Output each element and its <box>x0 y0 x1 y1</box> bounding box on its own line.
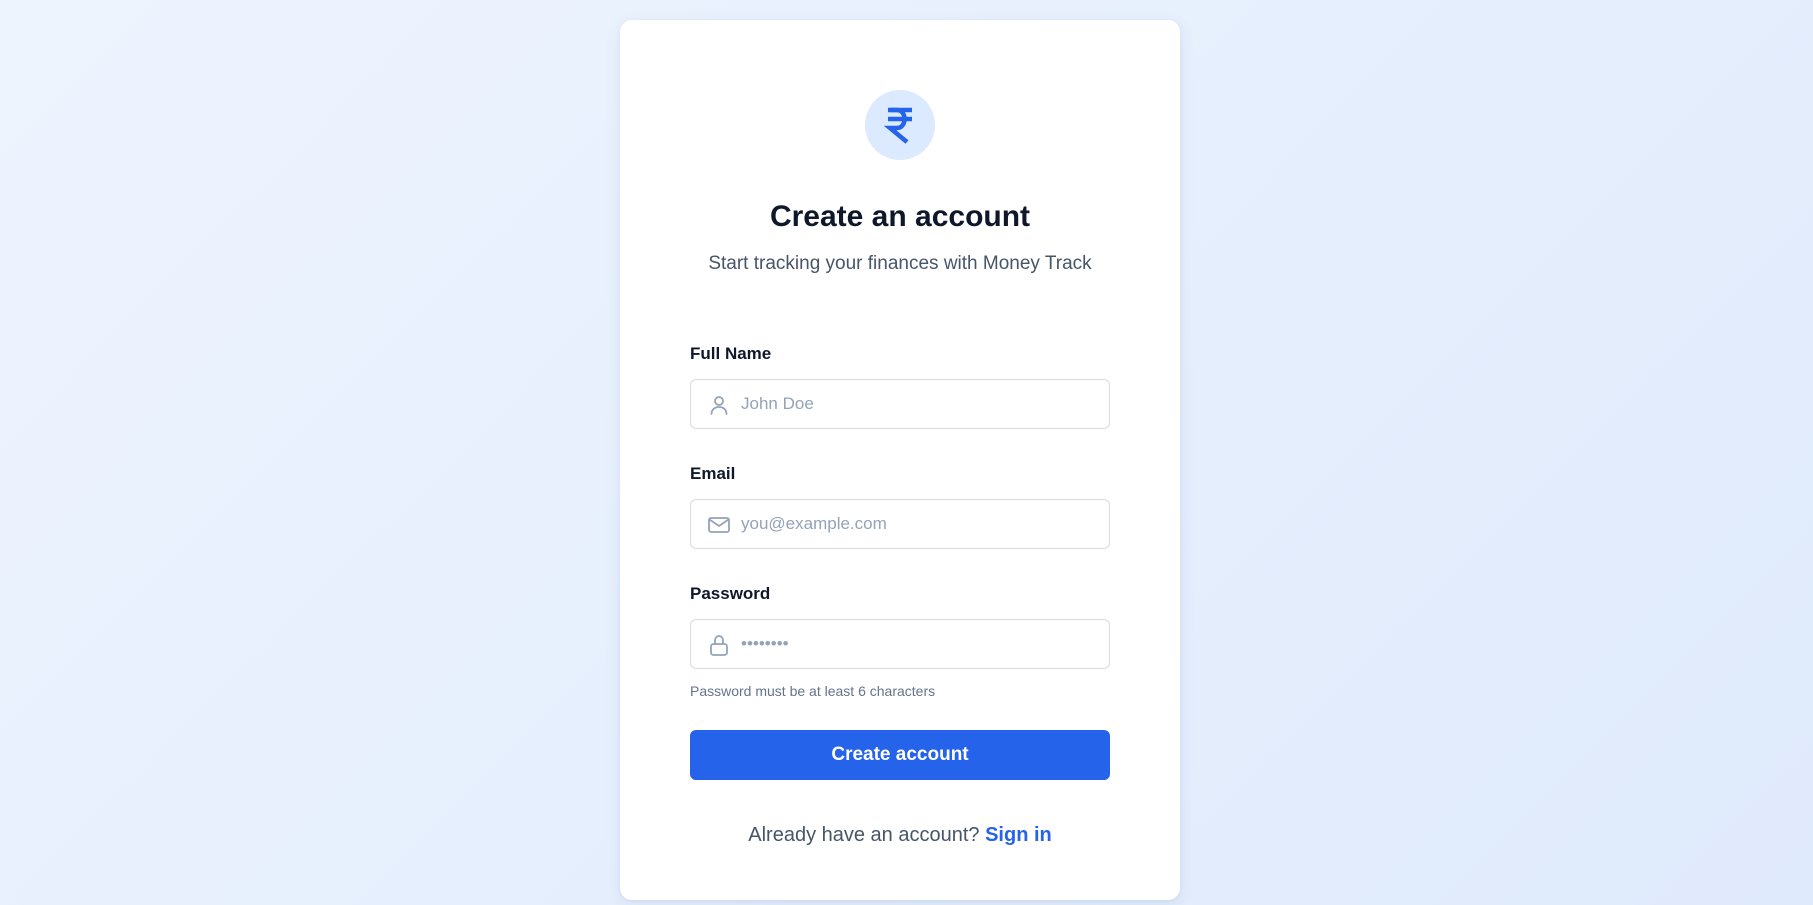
create-account-button[interactable]: Create account <box>690 730 1110 780</box>
lock-icon <box>710 635 728 656</box>
email-label: Email <box>690 464 736 483</box>
user-icon <box>710 396 728 415</box>
email-input[interactable] <box>741 500 1096 548</box>
page-subtitle: Start tracking your finances with Money … <box>708 253 1092 274</box>
rupee-icon <box>883 107 912 144</box>
password-hint: Password must be at least 6 characters <box>690 683 936 699</box>
logo-badge <box>865 90 935 160</box>
signin-prompt: Already have an account? Sign in <box>620 824 1180 847</box>
mail-icon <box>708 517 730 533</box>
full-name-input[interactable] <box>741 380 1096 428</box>
signin-prompt-text: Already have an account? <box>748 824 986 846</box>
password-input[interactable] <box>741 620 1096 668</box>
full-name-field[interactable] <box>690 379 1110 429</box>
signup-card: Create an account Start tracking your fi… <box>620 20 1180 900</box>
full-name-label: Full Name <box>690 344 772 363</box>
sign-in-link[interactable]: Sign in <box>985 824 1052 846</box>
email-field[interactable] <box>690 499 1110 549</box>
page-title: Create an account <box>769 200 1031 233</box>
password-field[interactable] <box>690 619 1110 669</box>
password-label: Password <box>690 584 771 603</box>
